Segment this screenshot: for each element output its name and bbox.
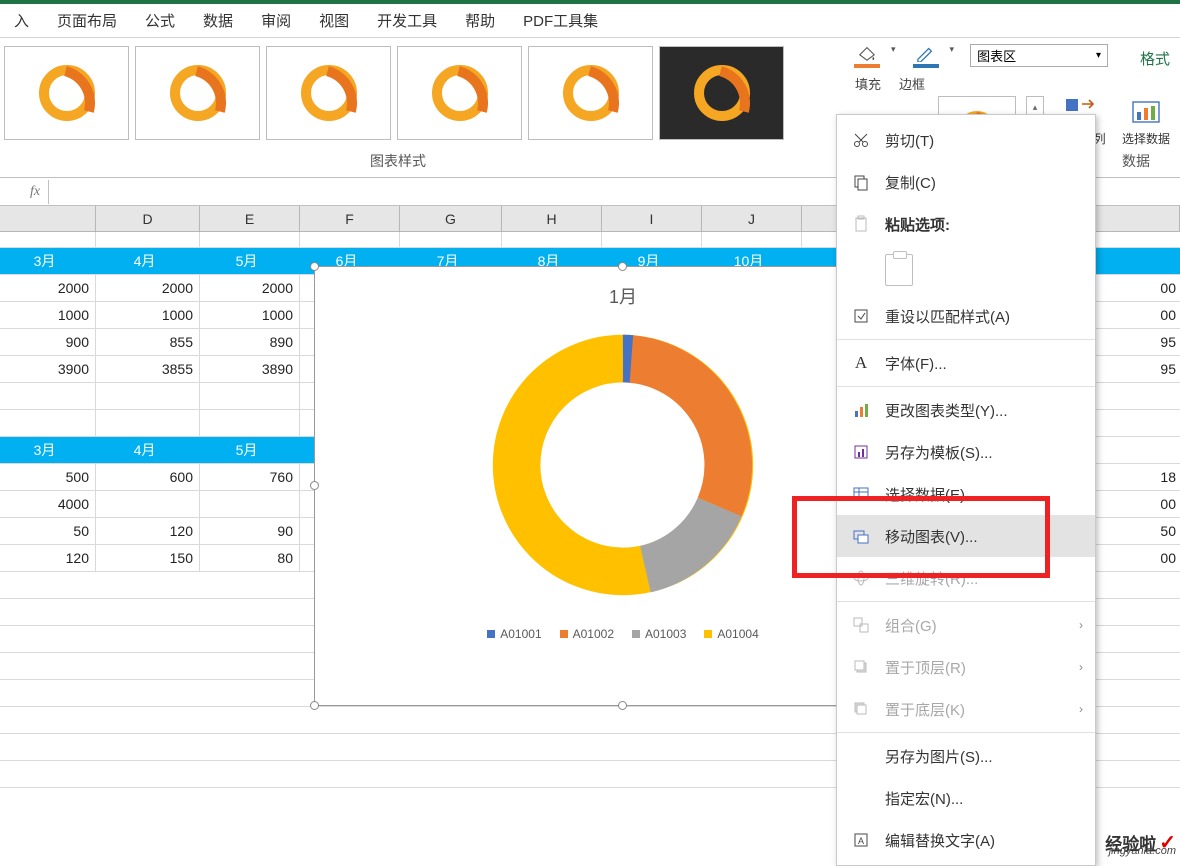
tab-pdf-tools[interactable]: PDF工具集 (509, 4, 612, 37)
chart-styles-label: 图表样式 (370, 151, 426, 171)
border-control[interactable] (904, 44, 948, 68)
chart-style-6[interactable] (659, 46, 784, 140)
tab-view[interactable]: 视图 (305, 4, 363, 37)
legend-swatch (560, 630, 568, 638)
tab-page-layout[interactable]: 页面布局 (43, 4, 131, 37)
ctx-assign-macro[interactable]: 指定宏(N)... (837, 777, 1095, 819)
ctx-3d-rotate: 三维旋转(R)... (837, 557, 1095, 599)
ribbon-tabs: 入 页面布局 公式 数据 审阅 视图 开发工具 帮助 PDF工具集 (0, 4, 1180, 38)
chart-element-select[interactable]: 图表区 ▾ (970, 44, 1108, 67)
tab-formulas[interactable]: 公式 (131, 4, 189, 37)
border-dropdown-icon[interactable]: ▾ (950, 44, 955, 55)
resize-handle[interactable] (310, 262, 319, 271)
legend-swatch (632, 630, 640, 638)
table1-hdr-2[interactable]: 5月 (200, 248, 300, 274)
ctx-copy[interactable]: 复制(C) (837, 161, 1095, 203)
select-data-icon (851, 484, 871, 504)
col-header-e[interactable]: E (200, 206, 300, 231)
paste-icon (885, 254, 913, 286)
send-back-icon (851, 699, 871, 719)
font-icon: A (851, 353, 871, 373)
resize-handle[interactable] (310, 481, 319, 490)
table1-hdr-1[interactable]: 4月 (96, 248, 200, 274)
legend-label: A01003 (645, 627, 686, 641)
ctx-send-back: 置于底层(K)› (837, 688, 1095, 730)
tab-review[interactable]: 审阅 (247, 4, 305, 37)
bring-front-icon (851, 657, 871, 677)
template-icon (851, 442, 871, 462)
tab-insert-frag[interactable]: 入 (0, 4, 43, 37)
fill-color-swatch (854, 64, 880, 68)
col-header-j[interactable]: J (702, 206, 802, 231)
clipboard-icon (851, 214, 871, 234)
ctx-paste-special[interactable] (837, 245, 1095, 295)
ctx-cut[interactable]: 剪切(T) (837, 119, 1095, 161)
legend-label: A01004 (717, 627, 758, 641)
resize-handle[interactable] (618, 701, 627, 710)
chart-style-5[interactable] (528, 46, 653, 140)
ctx-bring-front: 置于顶层(R)› (837, 646, 1095, 688)
paint-bucket-icon (856, 44, 878, 62)
chart-style-3[interactable] (266, 46, 391, 140)
col-header-g[interactable]: G (400, 206, 502, 231)
ctx-group: 组合(G)› (837, 604, 1095, 646)
format-label: 格式 (1140, 48, 1170, 69)
ctx-reset-style[interactable]: 重设以匹配样式(A) (837, 295, 1095, 337)
ctx-select-data[interactable]: 选择数据(E)... (837, 473, 1095, 515)
chart-styles-gallery (0, 38, 788, 148)
chart-element-value: 图表区 (977, 46, 1016, 65)
col-header-h[interactable]: H (502, 206, 602, 231)
border-color-swatch (913, 64, 939, 68)
data-group-label: 数据 (1122, 151, 1150, 171)
resize-handle[interactable] (310, 701, 319, 710)
tab-help[interactable]: 帮助 (451, 4, 509, 37)
scissors-icon (851, 130, 871, 150)
col-header-c[interactable] (0, 206, 96, 231)
context-menu: 剪切(T) 复制(C) 粘贴选项: 重设以匹配样式(A) A字体(F)... 更… (836, 114, 1096, 866)
ctx-change-chart-type[interactable]: 更改图表类型(Y)... (837, 389, 1095, 431)
copy-icon (851, 172, 871, 192)
ctx-paste-options: 粘贴选项: (837, 203, 1095, 245)
chart-style-4[interactable] (397, 46, 522, 140)
tab-data[interactable]: 数据 (189, 4, 247, 37)
tab-developer[interactable]: 开发工具 (363, 4, 451, 37)
pen-icon (915, 44, 937, 62)
chevron-right-icon: › (1079, 660, 1083, 674)
ctx-save-template[interactable]: 另存为模板(S)... (837, 431, 1095, 473)
chart-style-2[interactable] (135, 46, 260, 140)
group-icon (851, 615, 871, 635)
col-header-i[interactable]: I (602, 206, 702, 231)
fill-label: 填充 (848, 74, 888, 93)
legend-label: A01001 (500, 627, 541, 641)
select-data-icon (1129, 96, 1163, 130)
fill-dropdown-icon[interactable]: ▾ (891, 44, 896, 55)
ctx-font[interactable]: A字体(F)... (837, 342, 1095, 384)
watermark: 经验啦 ✓ jingyanla.com (1105, 830, 1176, 855)
legend-swatch (487, 630, 495, 638)
col-header-f[interactable]: F (300, 206, 400, 231)
doughnut-chart[interactable] (483, 325, 763, 605)
ctx-edit-alt[interactable]: A编辑替换文字(A) (837, 819, 1095, 861)
chevron-right-icon: › (1079, 702, 1083, 716)
select-data-label: 选择数据 (1122, 130, 1170, 147)
ctx-move-chart[interactable]: 移动图表(V)... (837, 515, 1095, 557)
fill-control[interactable] (845, 44, 889, 68)
col-header-d[interactable]: D (96, 206, 200, 231)
move-chart-icon (851, 526, 871, 546)
chevron-right-icon: › (1079, 618, 1083, 632)
rotate-3d-icon (851, 568, 871, 588)
chevron-down-icon: ▾ (1096, 50, 1101, 61)
chart-style-1[interactable] (4, 46, 129, 140)
ctx-save-picture[interactable]: 另存为图片(S)... (837, 735, 1095, 777)
legend-swatch (704, 630, 712, 638)
table1-hdr-0[interactable]: 3月 (0, 248, 96, 274)
reset-style-icon (851, 306, 871, 326)
svg-text:A: A (858, 836, 864, 846)
resize-handle[interactable] (618, 262, 627, 271)
fx-icon[interactable]: fx (30, 184, 40, 200)
alt-text-icon: A (851, 830, 871, 850)
legend-label: A01002 (573, 627, 614, 641)
chart-type-icon (851, 400, 871, 420)
border-label: 边框 (892, 74, 932, 93)
